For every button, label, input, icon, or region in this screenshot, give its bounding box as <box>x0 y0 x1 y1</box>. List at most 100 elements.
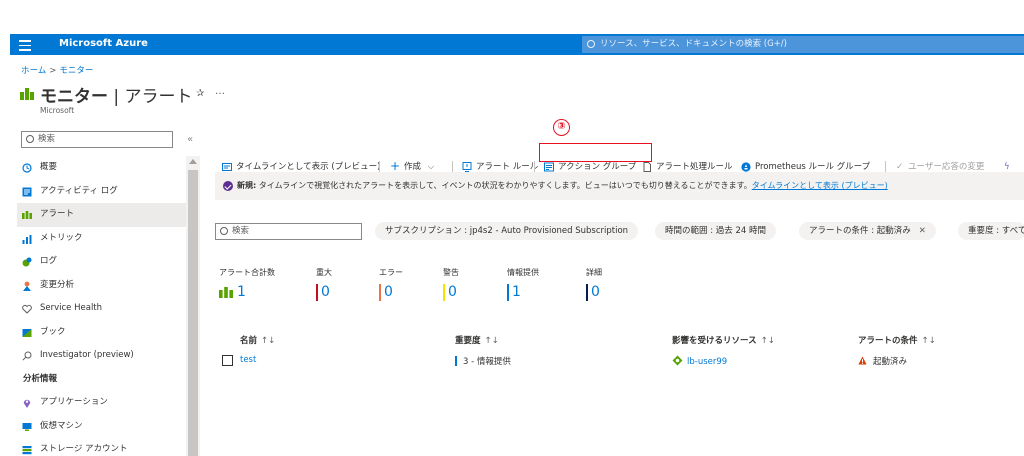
alert-name-link[interactable]: test <box>240 355 256 365</box>
sidebar-item-virtual-machines[interactable]: 仮想マシン <box>17 415 186 439</box>
summary-label-critical: 重大 <box>316 268 332 277</box>
close-icon[interactable]: ✕ <box>919 226 926 236</box>
change-user-response-label: ユーザー応答の変更 <box>908 162 985 172</box>
sidebar-item-label: 概要 <box>40 162 58 172</box>
page-title: モニター | アラート <box>40 82 193 107</box>
heart-icon <box>22 304 32 314</box>
severity-bar <box>443 284 445 301</box>
summary-value: 0 <box>321 284 330 300</box>
sidebar-item-alerts[interactable]: アラート <box>17 203 186 227</box>
load-balancer-icon <box>672 355 683 366</box>
workbook-icon <box>22 328 32 337</box>
filter-pill-label: 重要度 : すべて <box>968 226 1024 236</box>
info-banner: 新規: タイムラインで視覚化されたアラートを表示して、イベントの状況をわかりやす… <box>215 172 1024 200</box>
sidebar-item-investigator[interactable]: Investigator (preview) <box>17 344 186 368</box>
alert-processing-rules-label: アラート処理ルール <box>656 162 733 172</box>
sidebar-item-change-analysis[interactable]: 変更分析 <box>17 274 186 298</box>
summary-label-verbose: 詳細 <box>586 268 602 277</box>
summary-value-error[interactable]: 0 <box>379 284 393 301</box>
sidebar-item-metrics[interactable]: メトリック <box>17 227 186 251</box>
affected-resource-link[interactable]: lb-user99 <box>672 355 727 367</box>
breadcrumb-monitor[interactable]: モニター <box>59 66 93 76</box>
alert-condition: 起動済み <box>858 355 907 367</box>
alert-rules-icon <box>462 162 472 172</box>
sidebar-item-logs[interactable]: ログ <box>17 250 186 274</box>
sidebar-item-label: アクティビティ ログ <box>40 185 118 196</box>
filter-pill-label: サブスクリプション : jp4s2 - Auto Provisioned Sub… <box>385 226 629 236</box>
alert-severity-label: 3 - 情報提供 <box>463 357 511 367</box>
summary-value: 0 <box>448 284 457 300</box>
check-circle-icon <box>223 181 233 191</box>
summary-label-informational: 情報提供 <box>507 268 539 277</box>
sidebar-scrollbar[interactable] <box>186 156 200 456</box>
logs-icon <box>22 257 32 267</box>
sidebar-item-label: メトリック <box>40 232 83 243</box>
sidebar-item-workbooks[interactable]: ブック <box>17 321 186 345</box>
sidebar-item-service-health[interactable]: Service Health <box>17 297 186 321</box>
summary-label-error: エラー <box>379 268 403 277</box>
summary-label-total: アラート合計数 <box>219 268 275 277</box>
severity-filter-pill[interactable]: 重要度 : すべて <box>958 222 1024 240</box>
column-header-label: 名前 <box>240 336 258 346</box>
storage-icon <box>22 446 32 455</box>
sort-icon: ↑↓ <box>921 336 936 346</box>
banner-timeline-link[interactable]: タイムラインとして表示 (プレビュー) <box>752 181 888 190</box>
sidebar-item-label: アラート <box>40 209 75 219</box>
filter-pill-label: 時間の範囲 : 過去 24 時間 <box>665 226 766 236</box>
breadcrumb-separator: > <box>49 66 57 76</box>
alert-search-input[interactable]: 検索 <box>215 223 362 240</box>
severity-bar <box>586 284 588 301</box>
sidebar-section-header: 分析情報 <box>23 373 58 384</box>
alert-severity: 3 - 情報提供 <box>455 355 511 367</box>
subscription-filter-pill[interactable]: サブスクリプション : jp4s2 - Auto Provisioned Sub… <box>375 222 639 240</box>
more-options-button[interactable]: … <box>215 86 225 97</box>
summary-value: 0 <box>591 284 600 300</box>
summary-label-warning: 警告 <box>443 268 459 277</box>
global-search-input[interactable]: リソース、サービス、ドキュメントの検索 (G+/) <box>582 36 1024 53</box>
banner-text: タイムラインで視覚化されたアラートを表示して、イベントの状況をわかりやすくします… <box>256 181 752 190</box>
sidebar-item-label: Investigator (preview) <box>40 350 134 360</box>
alerts-icon <box>20 88 36 100</box>
breadcrumb: ホーム > モニター <box>21 64 93 76</box>
sidebar-item-activity-log[interactable]: アクティビティ ログ <box>17 180 186 204</box>
collapse-sidebar-button[interactable]: « <box>187 134 193 145</box>
breadcrumb-home[interactable]: ホーム <box>21 66 46 76</box>
sidebar-item-label: 変更分析 <box>40 279 75 290</box>
search-icon <box>587 40 595 48</box>
summary-value: 0 <box>384 284 393 300</box>
step-annotation: ③ <box>553 119 570 136</box>
sidebar-item-applications[interactable]: アプリケーション <box>17 391 186 415</box>
severity-bar <box>455 356 457 366</box>
column-header-severity[interactable]: 重要度 ↑↓ <box>455 334 499 346</box>
alert-rules-label: アラート ルール <box>476 162 539 172</box>
menu-icon[interactable] <box>19 37 31 51</box>
location-pin-icon <box>23 399 31 408</box>
banner-new-label: 新規: <box>237 181 257 190</box>
time-range-filter-pill[interactable]: 時間の範囲 : 過去 24 時間 <box>655 222 776 240</box>
page-title-separator: | <box>108 87 125 107</box>
search-icon <box>220 227 228 235</box>
summary-value-critical[interactable]: 0 <box>316 284 330 301</box>
sidebar-item-label: Service Health <box>40 303 103 313</box>
summary-value-verbose[interactable]: 0 <box>586 284 600 301</box>
sidebar-item-label: 仮想マシン <box>40 420 83 431</box>
summary-value-informational[interactable]: 1 <box>507 284 521 301</box>
column-header-name[interactable]: 名前 ↑↓ <box>240 334 275 346</box>
sidebar-item-overview[interactable]: 概要 <box>17 156 186 180</box>
sidebar-search-placeholder: 検索 <box>38 134 56 144</box>
summary-value-warning[interactable]: 0 <box>443 284 457 301</box>
pin-icon[interactable]: ✰ <box>196 88 204 99</box>
warning-icon <box>858 356 867 365</box>
summary-value: 1 <box>512 284 521 300</box>
sidebar-item-storage-accounts[interactable]: ストレージ アカウント <box>17 438 186 456</box>
column-header-resource[interactable]: 影響を受けるリソース ↑↓ <box>672 334 775 346</box>
sidebar: 概要 アクティビティ ログ アラート メトリック ログ 変更分析 Service… <box>17 156 186 456</box>
sidebar-search-input[interactable]: 検索 <box>21 131 173 148</box>
prometheus-rule-groups-label: Prometheus ルール グループ <box>755 162 871 172</box>
column-header-condition[interactable]: アラートの条件 ↑↓ <box>858 334 936 346</box>
row-checkbox[interactable] <box>222 355 233 366</box>
alert-condition-filter-pill[interactable]: アラートの条件 : 起動済み ✕ <box>799 222 936 240</box>
summary-value-total[interactable]: 1 <box>219 284 246 301</box>
brand-label[interactable]: Microsoft Azure <box>59 38 148 49</box>
severity-bar <box>316 284 318 301</box>
